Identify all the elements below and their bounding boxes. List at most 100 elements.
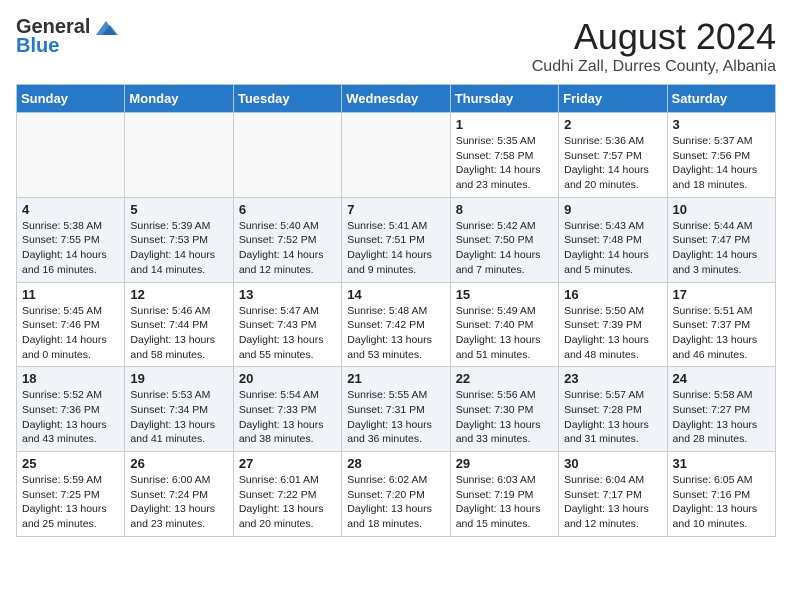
calendar-cell: 7Sunrise: 5:41 AM Sunset: 7:51 PM Daylig… <box>342 197 450 282</box>
calendar-cell: 15Sunrise: 5:49 AM Sunset: 7:40 PM Dayli… <box>450 282 558 367</box>
day-number: 5 <box>130 202 227 217</box>
day-info: Sunrise: 5:50 AM Sunset: 7:39 PM Dayligh… <box>564 304 661 363</box>
day-info: Sunrise: 6:00 AM Sunset: 7:24 PM Dayligh… <box>130 473 227 532</box>
day-info: Sunrise: 6:03 AM Sunset: 7:19 PM Dayligh… <box>456 473 553 532</box>
day-number: 28 <box>347 456 444 471</box>
calendar-cell: 6 Sunrise: 5:40 AM Sunset: 7:52 PM Daylig… <box>233 197 341 282</box>
header-sunday: Sunday <box>17 85 125 113</box>
calendar-cell: 8 Sunrise: 5:42 AM Sunset: 7:50 PM Daylig… <box>450 197 558 282</box>
header-friday: Friday <box>559 85 667 113</box>
day-number: 26 <box>130 456 227 471</box>
day-number: 19 <box>130 371 227 386</box>
calendar-cell: 21 Sunrise: 5:55 AM Sunset: 7:31 PM Dayli… <box>342 367 450 452</box>
calendar-week-row: 1 Sunrise: 5:35 AM Sunset: 7:58 PM Daylig… <box>17 113 776 198</box>
calendar-table: SundayMondayTuesdayWednesdayThursdayFrid… <box>16 84 776 537</box>
day-info: Sunrise: 5:59 AM Sunset: 7:25 PM Dayligh… <box>22 473 119 532</box>
day-info: Sunrise: 5:40 AM Sunset: 7:52 PM Dayligh… <box>239 219 336 278</box>
calendar-header-row: SundayMondayTuesdayWednesdayThursdayFrid… <box>17 85 776 113</box>
calendar-cell: 17Sunrise: 5:51 AM Sunset: 7:37 PM Dayli… <box>667 282 775 367</box>
day-number: 30 <box>564 456 661 471</box>
calendar-cell: 29 Sunrise: 6:03 AM Sunset: 7:19 PM Dayli… <box>450 452 558 537</box>
calendar-cell: 25 Sunrise: 5:59 AM Sunset: 7:25 PM Dayli… <box>17 452 125 537</box>
logo-icon <box>92 17 120 39</box>
calendar-cell <box>17 113 125 198</box>
day-number: 2 <box>564 117 661 132</box>
calendar-cell: 5 Sunrise: 5:39 AM Sunset: 7:53 PM Daylig… <box>125 197 233 282</box>
calendar-cell: 27 Sunrise: 6:01 AM Sunset: 7:22 PM Dayli… <box>233 452 341 537</box>
day-info: Sunrise: 6:04 AM Sunset: 7:17 PM Dayligh… <box>564 473 661 532</box>
calendar-cell: 19 Sunrise: 5:53 AM Sunset: 7:34 PM Dayli… <box>125 367 233 452</box>
calendar-cell: 13 Sunrise: 5:47 AM Sunset: 7:43 PM Dayli… <box>233 282 341 367</box>
day-info: Sunrise: 5:53 AM Sunset: 7:34 PM Dayligh… <box>130 388 227 447</box>
day-number: 6 <box>239 202 336 217</box>
logo-blue-text: Blue <box>16 35 59 58</box>
day-info: Sunrise: 5:46 AM Sunset: 7:44 PM Dayligh… <box>130 304 227 363</box>
day-info: Sunrise: 5:52 AM Sunset: 7:36 PM Dayligh… <box>22 388 119 447</box>
day-number: 12 <box>130 287 227 302</box>
day-number: 18 <box>22 371 119 386</box>
day-info: Sunrise: 5:57 AM Sunset: 7:28 PM Dayligh… <box>564 388 661 447</box>
calendar-cell: 10Sunrise: 5:44 AM Sunset: 7:47 PM Dayli… <box>667 197 775 282</box>
day-info: Sunrise: 5:48 AM Sunset: 7:42 PM Dayligh… <box>347 304 444 363</box>
day-number: 27 <box>239 456 336 471</box>
day-info: Sunrise: 5:44 AM Sunset: 7:47 PM Dayligh… <box>673 219 770 278</box>
header-tuesday: Tuesday <box>233 85 341 113</box>
calendar-cell: 1 Sunrise: 5:35 AM Sunset: 7:58 PM Daylig… <box>450 113 558 198</box>
day-number: 8 <box>456 202 553 217</box>
day-number: 14 <box>347 287 444 302</box>
day-info: Sunrise: 5:39 AM Sunset: 7:53 PM Dayligh… <box>130 219 227 278</box>
calendar-cell: 24 Sunrise: 5:58 AM Sunset: 7:27 PM Dayli… <box>667 367 775 452</box>
calendar-week-row: 25 Sunrise: 5:59 AM Sunset: 7:25 PM Dayli… <box>17 452 776 537</box>
day-number: 25 <box>22 456 119 471</box>
calendar-week-row: 18 Sunrise: 5:52 AM Sunset: 7:36 PM Dayli… <box>17 367 776 452</box>
calendar-cell: 2 Sunrise: 5:36 AM Sunset: 7:57 PM Daylig… <box>559 113 667 198</box>
day-number: 16 <box>564 287 661 302</box>
day-info: Sunrise: 5:58 AM Sunset: 7:27 PM Dayligh… <box>673 388 770 447</box>
day-info: Sunrise: 5:42 AM Sunset: 7:50 PM Dayligh… <box>456 219 553 278</box>
day-number: 31 <box>673 456 770 471</box>
calendar-cell: 4 Sunrise: 5:38 AM Sunset: 7:55 PM Daylig… <box>17 197 125 282</box>
header-saturday: Saturday <box>667 85 775 113</box>
day-info: Sunrise: 6:02 AM Sunset: 7:20 PM Dayligh… <box>347 473 444 532</box>
month-title: August 2024 <box>532 16 776 58</box>
day-info: Sunrise: 5:37 AM Sunset: 7:56 PM Dayligh… <box>673 134 770 193</box>
day-info: Sunrise: 5:35 AM Sunset: 7:58 PM Dayligh… <box>456 134 553 193</box>
day-number: 1 <box>456 117 553 132</box>
header-thursday: Thursday <box>450 85 558 113</box>
calendar-cell: 26 Sunrise: 6:00 AM Sunset: 7:24 PM Dayli… <box>125 452 233 537</box>
calendar-cell <box>125 113 233 198</box>
day-info: Sunrise: 5:38 AM Sunset: 7:55 PM Dayligh… <box>22 219 119 278</box>
day-info: Sunrise: 6:01 AM Sunset: 7:22 PM Dayligh… <box>239 473 336 532</box>
day-info: Sunrise: 5:51 AM Sunset: 7:37 PM Dayligh… <box>673 304 770 363</box>
day-number: 13 <box>239 287 336 302</box>
calendar-week-row: 4 Sunrise: 5:38 AM Sunset: 7:55 PM Daylig… <box>17 197 776 282</box>
header-wednesday: Wednesday <box>342 85 450 113</box>
calendar-cell: 18 Sunrise: 5:52 AM Sunset: 7:36 PM Dayli… <box>17 367 125 452</box>
day-info: Sunrise: 5:43 AM Sunset: 7:48 PM Dayligh… <box>564 219 661 278</box>
day-number: 23 <box>564 371 661 386</box>
day-info: Sunrise: 5:55 AM Sunset: 7:31 PM Dayligh… <box>347 388 444 447</box>
title-area: August 2024 Cudhi Zall, Durres County, A… <box>532 16 776 76</box>
day-number: 21 <box>347 371 444 386</box>
calendar-cell: 3Sunrise: 5:37 AM Sunset: 7:56 PM Daylig… <box>667 113 775 198</box>
calendar-cell: 20Sunrise: 5:54 AM Sunset: 7:33 PM Dayli… <box>233 367 341 452</box>
day-number: 15 <box>456 287 553 302</box>
calendar-cell: 28 Sunrise: 6:02 AM Sunset: 7:20 PM Dayli… <box>342 452 450 537</box>
calendar-cell: 14 Sunrise: 5:48 AM Sunset: 7:42 PM Dayli… <box>342 282 450 367</box>
day-info: Sunrise: 5:36 AM Sunset: 7:57 PM Dayligh… <box>564 134 661 193</box>
calendar-cell: 30 Sunrise: 6:04 AM Sunset: 7:17 PM Dayli… <box>559 452 667 537</box>
day-info: Sunrise: 5:54 AM Sunset: 7:33 PM Dayligh… <box>239 388 336 447</box>
day-info: Sunrise: 6:05 AM Sunset: 7:16 PM Dayligh… <box>673 473 770 532</box>
page-header: General Blue August 2024 Cudhi Zall, Dur… <box>16 16 776 76</box>
day-number: 29 <box>456 456 553 471</box>
logo: General Blue <box>16 16 120 58</box>
calendar-cell: 23 Sunrise: 5:57 AM Sunset: 7:28 PM Dayli… <box>559 367 667 452</box>
day-number: 24 <box>673 371 770 386</box>
day-number: 9 <box>564 202 661 217</box>
day-number: 4 <box>22 202 119 217</box>
location-title: Cudhi Zall, Durres County, Albania <box>532 58 776 76</box>
day-number: 22 <box>456 371 553 386</box>
calendar-cell: 22Sunrise: 5:56 AM Sunset: 7:30 PM Dayli… <box>450 367 558 452</box>
day-number: 11 <box>22 287 119 302</box>
day-info: Sunrise: 5:47 AM Sunset: 7:43 PM Dayligh… <box>239 304 336 363</box>
